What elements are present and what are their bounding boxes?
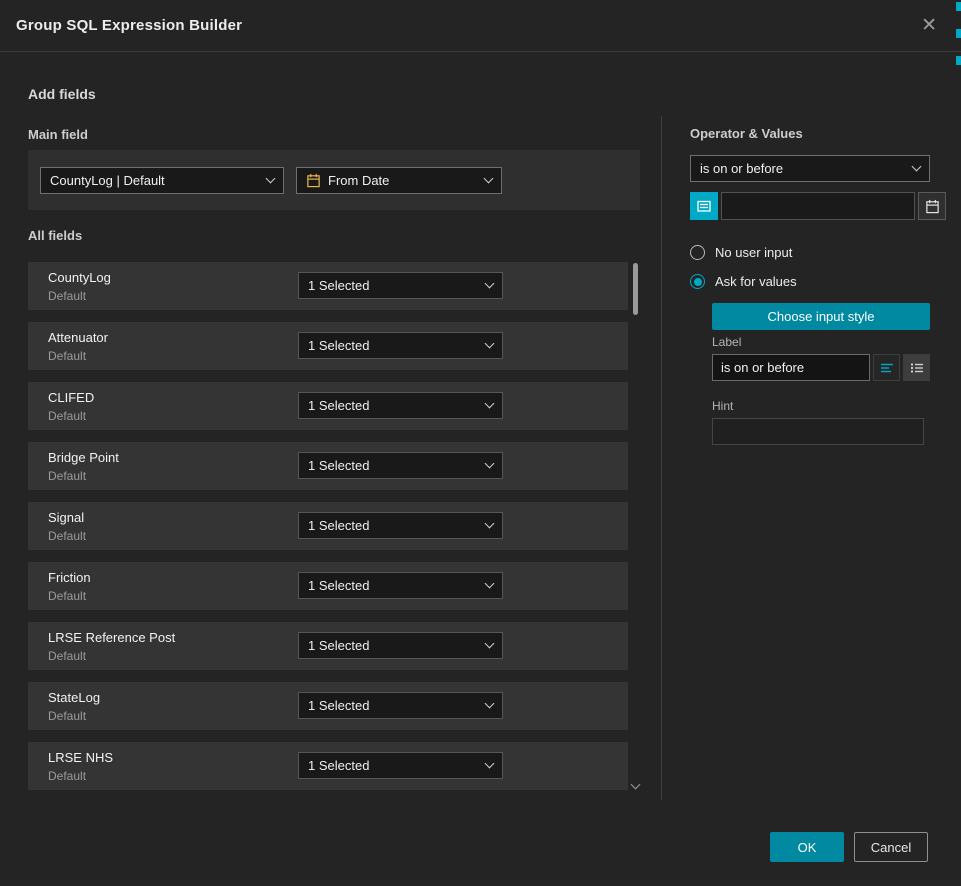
layer-dropdown-label: CountyLog | Default [50, 173, 260, 188]
field-selected-dropdown[interactable]: 1 Selected [298, 452, 503, 479]
radio-selected-icon [690, 274, 705, 289]
chevron-down-icon [484, 173, 494, 183]
field-selected-dropdown[interactable]: 1 Selected [298, 392, 503, 419]
scrollbar-thumb[interactable] [633, 263, 638, 315]
field-row: CountyLog Default 1 Selected [28, 262, 628, 310]
single-line-style-icon [879, 360, 895, 376]
chevron-down-icon [485, 339, 495, 349]
chevron-down-icon [485, 519, 495, 529]
chevron-down-icon [912, 162, 922, 172]
date-field-dropdown[interactable]: From Date [296, 167, 502, 194]
background-artifact [956, 29, 961, 38]
field-row: LRSE NHS Default 1 Selected [28, 742, 628, 790]
chevron-down-icon [485, 699, 495, 709]
background-artifact [956, 2, 961, 11]
input-style-single-button[interactable] [873, 354, 900, 381]
field-selected-dropdown[interactable]: 1 Selected [298, 632, 503, 659]
field-selected-dropdown[interactable]: 1 Selected [298, 332, 503, 359]
hint-input[interactable] [712, 418, 924, 445]
cancel-button[interactable]: Cancel [854, 832, 928, 862]
operator-dropdown[interactable]: is on or before [690, 155, 930, 182]
add-fields-heading: Add fields [28, 86, 96, 102]
main-field-label: Main field [28, 127, 88, 142]
fields-list: CountyLog Default 1 Selected Attenuator … [28, 262, 628, 790]
all-fields-label: All fields [28, 228, 82, 243]
radio-label: No user input [715, 245, 792, 260]
close-icon[interactable]: ✕ [913, 12, 945, 39]
dialog-title: Group SQL Expression Builder [16, 17, 242, 34]
main-field-panel: CountyLog | Default From Date [28, 150, 640, 210]
operator-values-heading: Operator & Values [690, 126, 803, 141]
value-row [690, 192, 930, 220]
date-picker-button[interactable] [918, 192, 946, 220]
list-style-icon [909, 360, 925, 376]
chevron-down-icon [485, 279, 495, 289]
chevron-down-icon [485, 639, 495, 649]
layer-dropdown[interactable]: CountyLog | Default [40, 167, 284, 194]
operator-dropdown-label: is on or before [700, 161, 906, 176]
dialog-header: Group SQL Expression Builder ✕ [0, 0, 961, 52]
choose-input-style-button[interactable]: Choose input style [712, 303, 930, 330]
field-row: Friction Default 1 Selected [28, 562, 628, 610]
chevron-down-icon [485, 759, 495, 769]
calendar-icon [925, 199, 940, 214]
value-input[interactable] [721, 192, 915, 220]
label-caption: Label [712, 335, 741, 349]
column-divider [661, 116, 662, 800]
chevron-down-icon [485, 579, 495, 589]
field-row: CLIFED Default 1 Selected [28, 382, 628, 430]
chevron-down-icon [266, 173, 276, 183]
chevron-down-icon [485, 399, 495, 409]
radio-ask-for-values[interactable]: Ask for values [690, 274, 797, 289]
hint-caption: Hint [712, 399, 733, 413]
field-selected-dropdown[interactable]: 1 Selected [298, 572, 503, 599]
field-selected-dropdown[interactable]: 1 Selected [298, 692, 503, 719]
list-scrollbar[interactable] [632, 263, 639, 790]
background-artifact [956, 56, 961, 65]
calendar-icon [306, 173, 321, 188]
field-row: Attenuator Default 1 Selected [28, 322, 628, 370]
scroll-down-icon[interactable] [631, 780, 641, 790]
field-row: LRSE Reference Post Default 1 Selected [28, 622, 628, 670]
field-selected-dropdown[interactable]: 1 Selected [298, 272, 503, 299]
ok-button[interactable]: OK [770, 832, 844, 862]
date-field-dropdown-label: From Date [328, 173, 478, 188]
radio-no-user-input[interactable]: No user input [690, 245, 792, 260]
value-list-icon [696, 198, 712, 214]
label-row [712, 354, 930, 381]
field-selected-dropdown[interactable]: 1 Selected [298, 752, 503, 779]
field-row: StateLog Default 1 Selected [28, 682, 628, 730]
value-list-button[interactable] [690, 192, 718, 220]
input-style-list-button[interactable] [903, 354, 930, 381]
radio-label: Ask for values [715, 274, 797, 289]
radio-unselected-icon [690, 245, 705, 260]
label-input[interactable] [712, 354, 870, 381]
chevron-down-icon [485, 459, 495, 469]
field-selected-dropdown[interactable]: 1 Selected [298, 512, 503, 539]
field-row: Signal Default 1 Selected [28, 502, 628, 550]
field-row: Bridge Point Default 1 Selected [28, 442, 628, 490]
